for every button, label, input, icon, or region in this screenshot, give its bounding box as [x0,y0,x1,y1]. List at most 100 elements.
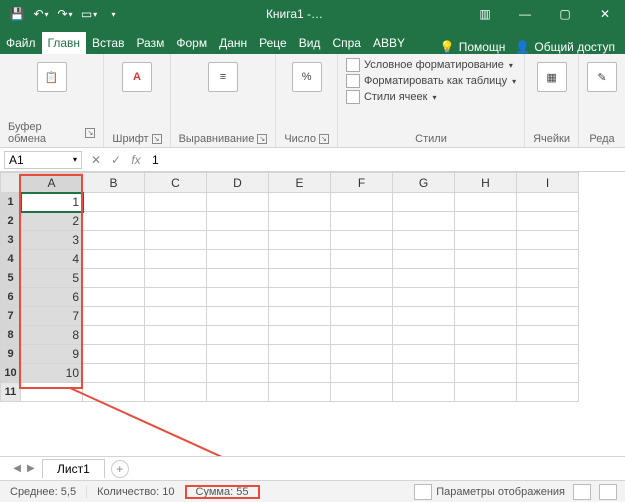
display-options-button[interactable]: Параметры отображения [414,484,565,500]
cell[interactable] [269,231,331,250]
cell[interactable] [455,193,517,212]
cell[interactable] [393,269,455,288]
minimize-button[interactable]: — [505,0,545,28]
row-header[interactable]: 6 [1,288,21,307]
tab-insert[interactable]: Встав [86,32,130,54]
column-header[interactable]: G [393,173,455,193]
column-header[interactable]: H [455,173,517,193]
tab-review[interactable]: Реце [253,32,293,54]
tab-formulas[interactable]: Форм [170,32,213,54]
column-header[interactable]: B [83,173,145,193]
sheet-tab[interactable]: Лист1 [42,459,105,478]
cell[interactable] [269,288,331,307]
tab-abby[interactable]: ABBY [367,32,411,54]
cell[interactable] [393,307,455,326]
cell[interactable] [207,288,269,307]
cell[interactable] [269,326,331,345]
column-header[interactable]: A [21,173,83,193]
cell[interactable]: 7 [21,307,83,326]
cell[interactable] [145,383,207,402]
cell[interactable]: 3 [21,231,83,250]
cell[interactable] [393,250,455,269]
row-header[interactable]: 11 [1,383,21,402]
cell[interactable]: 6 [21,288,83,307]
cell[interactable] [269,364,331,383]
cell[interactable] [517,212,579,231]
dialog-launcher-icon[interactable]: ↘ [85,128,95,138]
cell[interactable] [269,383,331,402]
cell[interactable] [517,326,579,345]
cell[interactable] [331,212,393,231]
cell[interactable] [207,326,269,345]
cell[interactable] [517,193,579,212]
cell[interactable] [145,269,207,288]
cell[interactable] [269,193,331,212]
cell[interactable]: 10 [21,364,83,383]
row-header[interactable]: 10 [1,364,21,383]
cell[interactable] [517,364,579,383]
font-button[interactable]: A [122,58,152,92]
sheet-nav[interactable]: ◀▶ [0,463,40,474]
cell[interactable] [269,345,331,364]
cell[interactable] [517,383,579,402]
cell[interactable] [393,326,455,345]
row-header[interactable]: 8 [1,326,21,345]
editing-button[interactable]: ✎ [587,58,617,92]
cell[interactable] [331,250,393,269]
cell[interactable] [83,231,145,250]
cell[interactable] [207,231,269,250]
cell[interactable] [331,383,393,402]
spreadsheet-grid[interactable]: ABCDEFGHI112233445566778899101011 [0,172,625,402]
cell[interactable] [331,288,393,307]
normal-view-button[interactable] [573,484,591,500]
cell[interactable] [517,250,579,269]
alignment-button[interactable]: ≡ [208,58,238,92]
format-as-table-button[interactable]: Форматировать как таблицу▾ [346,74,516,88]
cell[interactable]: 8 [21,326,83,345]
number-button[interactable]: % [292,58,322,92]
cell[interactable] [331,345,393,364]
redo-button[interactable]: ↷▾ [54,3,76,25]
column-header[interactable]: D [207,173,269,193]
qat-customize-button[interactable]: ▾ [102,3,124,25]
row-header[interactable]: 1 [1,193,21,212]
cell[interactable] [207,212,269,231]
cell[interactable] [83,269,145,288]
cell[interactable] [207,383,269,402]
share-button[interactable]: 👤 Общий доступ [515,40,615,54]
cell[interactable] [145,231,207,250]
add-sheet-button[interactable]: + [111,460,129,478]
cell[interactable] [207,364,269,383]
cell[interactable] [269,269,331,288]
cell[interactable] [517,288,579,307]
cell[interactable] [145,364,207,383]
tab-layout[interactable]: Разм [130,32,170,54]
cell[interactable]: 2 [21,212,83,231]
cell[interactable] [83,345,145,364]
cell[interactable] [145,288,207,307]
cell[interactable] [145,326,207,345]
tab-view[interactable]: Вид [293,32,327,54]
cell[interactable] [269,307,331,326]
cell[interactable] [207,250,269,269]
cell[interactable] [455,231,517,250]
paste-button[interactable]: 📋 [37,58,67,92]
cancel-formula-button[interactable]: ✕ [86,153,106,167]
cell[interactable] [455,326,517,345]
tab-data[interactable]: Данн [213,32,253,54]
cell[interactable] [207,307,269,326]
cell[interactable] [83,326,145,345]
cell[interactable] [83,307,145,326]
formula-input[interactable]: 1 [146,153,625,167]
cell[interactable] [331,307,393,326]
cell[interactable] [455,250,517,269]
dialog-launcher-icon[interactable]: ↘ [257,134,267,144]
cell[interactable] [393,364,455,383]
cell[interactable] [207,345,269,364]
enter-formula-button[interactable]: ✓ [106,153,126,167]
row-header[interactable]: 3 [1,231,21,250]
undo-button[interactable]: ↶▾ [30,3,52,25]
cell[interactable] [145,193,207,212]
maximize-button[interactable]: ▢ [545,0,585,28]
cell[interactable] [83,250,145,269]
